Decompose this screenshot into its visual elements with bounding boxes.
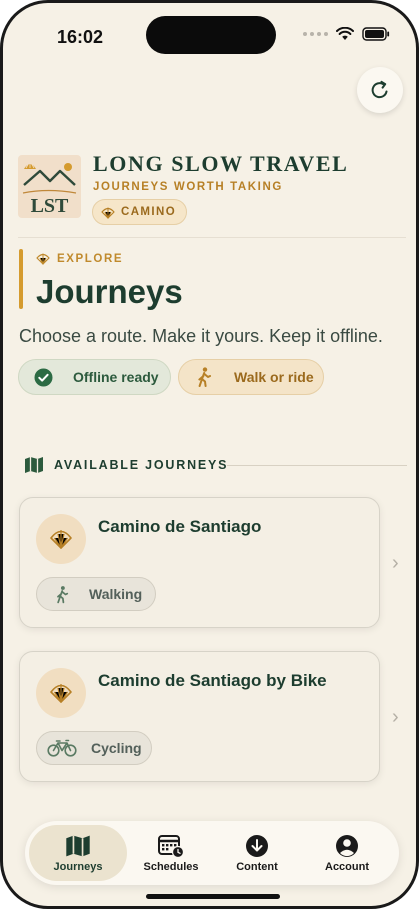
tab-bar: Journeys Schedules Content Account xyxy=(25,821,399,885)
battery-icon xyxy=(362,27,390,41)
device-frame: 16:02 LST LONG SLOW TRAVEL JOURNEYS WORT… xyxy=(0,0,419,909)
account-icon xyxy=(336,834,358,857)
page-subtitle: Choose a route. Make it yours. Keep it o… xyxy=(19,326,383,346)
offline-ready-pill: Offline ready xyxy=(18,359,171,395)
walking-icon xyxy=(198,367,211,387)
refresh-button[interactable] xyxy=(357,67,403,113)
bicycle-icon xyxy=(47,739,77,757)
divider xyxy=(18,237,406,238)
brand-tagline: JOURNEYS WORTH TAKING xyxy=(93,181,283,193)
calendar-icon xyxy=(158,834,185,858)
chevron-right-icon[interactable]: › xyxy=(392,552,399,575)
tab-account[interactable]: Account xyxy=(305,825,389,881)
shell-icon xyxy=(101,207,115,219)
explore-eyebrow: EXPLORE xyxy=(36,252,123,265)
journey-card-camino-bike[interactable]: Camino de Santiago by Bike Cycling xyxy=(19,651,380,782)
tab-content[interactable]: Content xyxy=(217,825,297,881)
tab-label: Journeys xyxy=(53,860,103,873)
home-indicator xyxy=(146,894,280,899)
download-icon xyxy=(246,834,268,857)
page-title: Journeys xyxy=(36,273,183,310)
app-screen: 16:02 LST LONG SLOW TRAVEL JOURNEYS WORT… xyxy=(3,3,416,906)
status-time: 16:02 xyxy=(57,27,104,47)
checkmark-circle-icon xyxy=(34,368,53,386)
journey-badge xyxy=(36,668,86,718)
shell-icon xyxy=(50,684,72,704)
offline-ready-label: Offline ready xyxy=(73,369,159,385)
tab-label: Schedules xyxy=(143,860,199,873)
tab-schedules[interactable]: Schedules xyxy=(131,825,211,881)
journey-mode-label: Cycling xyxy=(91,740,142,756)
explore-label: EXPLORE xyxy=(57,252,124,265)
brand-title: LONG SLOW TRAVEL xyxy=(93,151,349,176)
wifi-icon xyxy=(336,27,354,40)
walk-or-ride-label: Walk or ride xyxy=(234,369,314,385)
journey-title: Camino de Santiago xyxy=(98,517,262,536)
walk-or-ride-pill: Walk or ride xyxy=(178,359,324,395)
tab-label: Content xyxy=(236,860,278,873)
journey-mode-label: Walking xyxy=(89,586,143,602)
camino-chip-label: CAMINO xyxy=(121,206,177,218)
section-divider xyxy=(227,465,407,466)
accent-bar xyxy=(19,249,23,309)
shell-icon xyxy=(36,253,50,265)
walking-icon xyxy=(57,585,69,603)
brand-logo: LST xyxy=(18,155,81,218)
journey-mode-tag: Walking xyxy=(36,577,156,611)
signal-icon xyxy=(303,32,328,36)
journey-card-camino[interactable]: Camino de Santiago Walking xyxy=(19,497,380,628)
tab-journeys[interactable]: Journeys xyxy=(29,825,127,881)
journey-title: Camino de Santiago by Bike xyxy=(98,671,327,690)
map-icon xyxy=(66,835,90,856)
section-title: AVAILABLE JOURNEYS xyxy=(54,458,229,472)
chevron-right-icon[interactable]: › xyxy=(392,706,399,729)
section-heading: AVAILABLE JOURNEYS xyxy=(24,456,228,474)
svg-text:LST: LST xyxy=(31,195,69,217)
shell-icon xyxy=(50,530,72,550)
map-icon xyxy=(25,457,43,473)
tab-label: Account xyxy=(325,860,369,873)
status-icons xyxy=(303,27,390,41)
journey-badge xyxy=(36,514,86,564)
refresh-icon xyxy=(371,80,388,99)
dynamic-island xyxy=(146,16,276,54)
shell-icon xyxy=(24,160,36,169)
camino-chip[interactable]: CAMINO xyxy=(92,199,188,225)
journey-mode-tag: Cycling xyxy=(36,731,152,765)
